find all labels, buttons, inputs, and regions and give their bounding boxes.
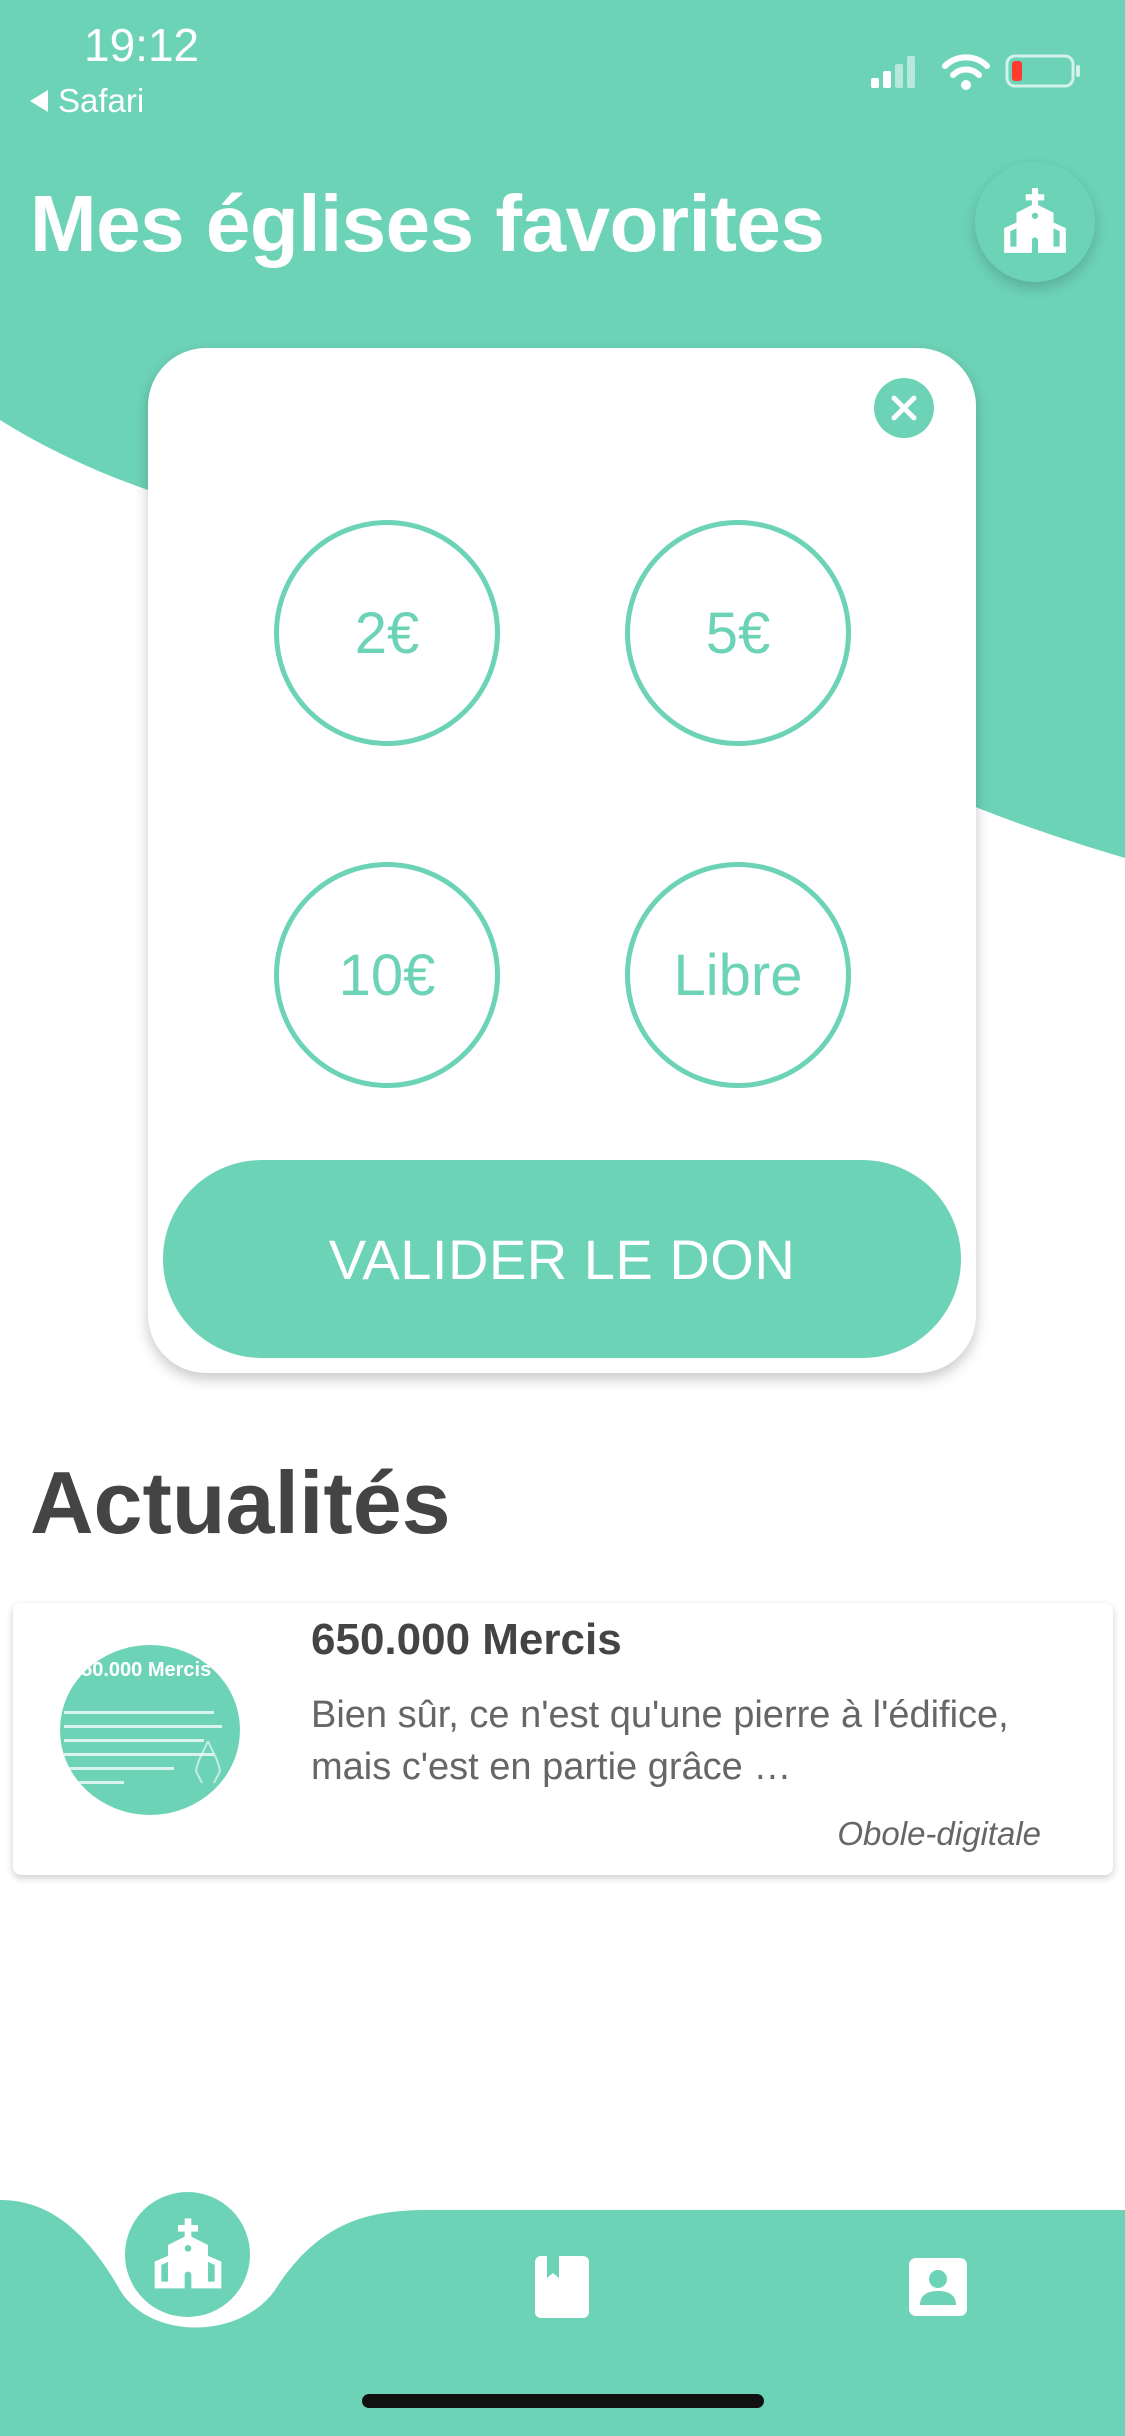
back-arrow-icon	[30, 90, 48, 112]
news-card[interactable]: 650.000 Mercis 650.000 Mercis Bien sûr, …	[13, 1603, 1113, 1875]
praying-hands-icon	[194, 1740, 222, 1784]
nav-news-button[interactable]	[517, 2242, 607, 2332]
nav-profile-button[interactable]	[893, 2242, 983, 2332]
close-button[interactable]	[874, 378, 934, 438]
news-thumbnail-title: 650.000 Mercis	[70, 1659, 212, 1681]
status-icons	[871, 54, 1080, 90]
church-icon	[154, 2217, 221, 2288]
amount-option-free[interactable]: Libre	[625, 862, 851, 1088]
validate-donation-button[interactable]: VALIDER LE DON	[163, 1160, 961, 1358]
status-time: 19:12	[84, 19, 200, 71]
back-label: Safari	[58, 82, 145, 119]
wifi-icon	[942, 54, 990, 90]
news-excerpt: Bien sûr, ce n'est qu'une pierre à l'édi…	[311, 1694, 1009, 1788]
contact-card-icon	[909, 2258, 967, 2316]
donation-card: 2€ 5€ 10€ Libre VALIDER LE DON	[148, 348, 976, 1373]
amount-option-5[interactable]: 5€	[625, 520, 851, 746]
home-indicator	[362, 2394, 764, 2408]
news-heading: Actualités	[30, 1453, 451, 1552]
nav-home-button[interactable]	[125, 2192, 250, 2317]
news-source: Obole-digitale	[837, 1815, 1041, 1852]
amount-option-2[interactable]: 2€	[274, 520, 500, 746]
amount-option-10[interactable]: 10€	[274, 862, 500, 1088]
close-icon	[891, 395, 917, 421]
page-title: Mes églises favorites	[30, 179, 825, 268]
signal-icon	[871, 56, 915, 88]
favorite-churches-button[interactable]	[975, 162, 1095, 282]
news-title: 650.000 Mercis	[311, 1615, 622, 1664]
news-thumbnail: 650.000 Mercis	[60, 1645, 240, 1815]
church-icon	[1004, 188, 1066, 253]
battery-icon	[1005, 54, 1080, 88]
back-to-safari[interactable]: Safari	[30, 82, 144, 120]
book-icon	[535, 2256, 589, 2318]
